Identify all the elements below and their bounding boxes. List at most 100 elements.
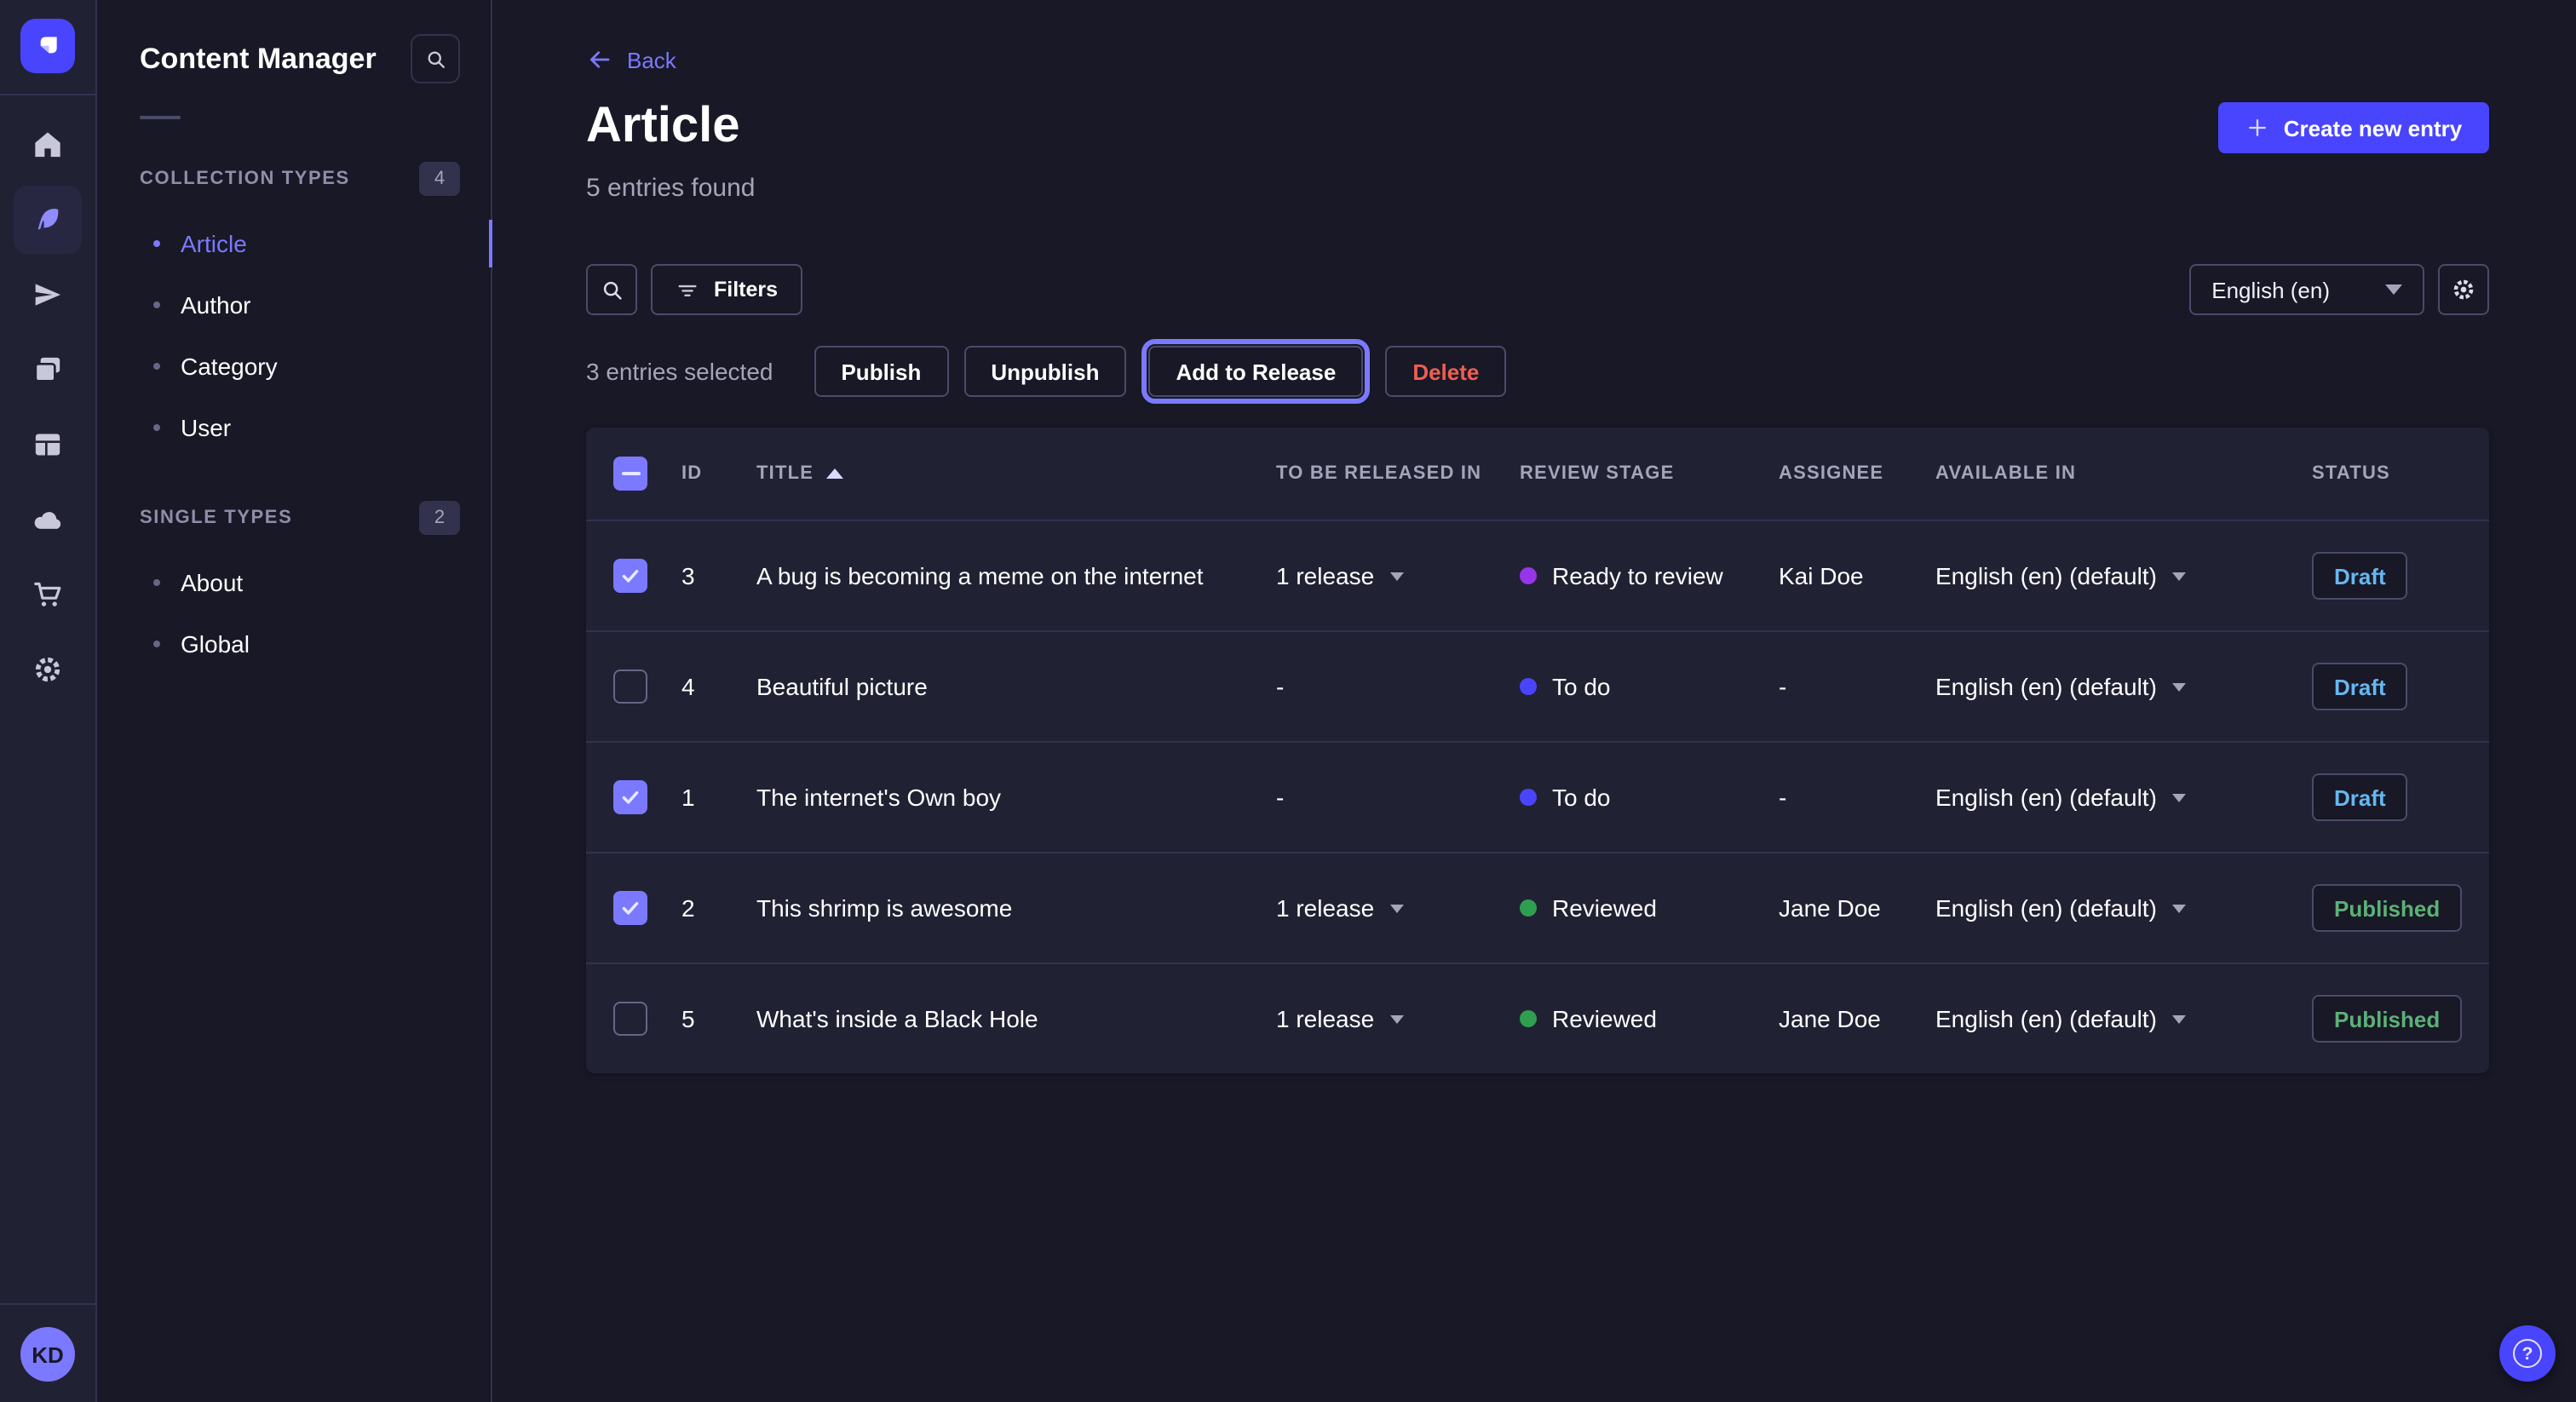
release-value: 1 release (1276, 1005, 1374, 1032)
locale-value: English (en) (default) (1935, 1005, 2157, 1032)
cart-icon[interactable] (14, 560, 82, 629)
cell-release-dropdown[interactable]: - (1276, 784, 1520, 811)
table-row[interactable]: 4 Beautiful picture - To do - English (e… (586, 630, 2489, 741)
column-header-review-stage: REVIEW STAGE (1520, 463, 1779, 484)
cell-locale-dropdown[interactable]: English (en) (default) (1935, 894, 2312, 922)
cell-id: 3 (681, 562, 756, 589)
page-title: Article (586, 101, 740, 152)
sidebar-item-global[interactable]: Global (97, 613, 491, 675)
strapi-logo[interactable] (20, 19, 75, 73)
locale-select[interactable]: English (en) (2189, 264, 2424, 315)
home-icon[interactable] (14, 111, 82, 179)
chevron-down-icon (2172, 682, 2186, 691)
search-icon (423, 47, 447, 71)
chevron-down-icon (1389, 1014, 1403, 1023)
main-content: Back Article Create new entry 5 entries … (492, 0, 2576, 1402)
bullet-icon (153, 240, 160, 247)
sidebar-item-user[interactable]: User (97, 397, 491, 458)
chevron-down-icon (2172, 793, 2186, 802)
status-badge: Draft (2312, 773, 2408, 821)
cell-id: 1 (681, 784, 756, 811)
section-label-collection-types: COLLECTION TYPES (140, 169, 350, 189)
stage-dot-icon (1520, 789, 1537, 806)
cell-assignee: - (1779, 784, 1935, 811)
cell-title: This shrimp is awesome (756, 894, 1276, 922)
status-badge: Draft (2312, 552, 2408, 600)
help-button[interactable]: ? (2499, 1325, 2556, 1382)
sidebar-item-about[interactable]: About (97, 552, 491, 613)
table-row[interactable]: 3 A bug is becoming a meme on the intern… (586, 520, 2489, 630)
back-link[interactable]: Back (586, 46, 676, 73)
add-to-release-button[interactable]: Add to Release (1148, 346, 1363, 397)
locale-value: English (en) (default) (1935, 562, 2157, 589)
chevron-down-icon (2172, 1014, 2186, 1023)
delete-button[interactable]: Delete (1385, 346, 1506, 397)
cell-review-stage: Reviewed (1520, 1005, 1779, 1032)
row-checkbox[interactable] (613, 669, 647, 704)
filters-button[interactable]: Filters (651, 264, 802, 315)
single-types-count-badge: 2 (419, 501, 460, 535)
stage-label: To do (1552, 673, 1611, 700)
back-label: Back (627, 47, 676, 72)
create-new-entry-button[interactable]: Create new entry (2219, 102, 2490, 153)
table-row[interactable]: 2 This shrimp is awesome 1 release Revie… (586, 852, 2489, 962)
cell-locale-dropdown[interactable]: English (en) (default) (1935, 1005, 2312, 1032)
sidebar-item-label: Global (181, 630, 250, 658)
cell-review-stage: To do (1520, 673, 1779, 700)
column-header-title[interactable]: TITLE (756, 463, 1276, 484)
sidebar-item-category[interactable]: Category (97, 336, 491, 397)
avatar[interactable]: KD (20, 1327, 75, 1382)
arrow-left-icon (586, 46, 613, 73)
question-mark-icon: ? (2513, 1339, 2542, 1368)
sidebar-divider (140, 116, 181, 119)
collection-types-list: Article Author Category User (97, 213, 491, 458)
search-button[interactable] (586, 264, 637, 315)
row-checkbox[interactable] (613, 559, 647, 593)
locale-value: English (en) (default) (1935, 894, 2157, 922)
plus-icon (2246, 116, 2270, 140)
cell-release-dropdown[interactable]: 1 release (1276, 562, 1520, 589)
sidebar-item-author[interactable]: Author (97, 274, 491, 336)
cell-locale-dropdown[interactable]: English (en) (default) (1935, 784, 2312, 811)
cell-assignee: - (1779, 673, 1935, 700)
cell-locale-dropdown[interactable]: English (en) (default) (1935, 562, 2312, 589)
release-value: - (1276, 784, 1284, 811)
layout-icon[interactable] (14, 411, 82, 479)
stage-dot-icon (1520, 567, 1537, 584)
cell-id: 5 (681, 1005, 756, 1032)
gear-icon[interactable] (14, 635, 82, 704)
selection-bar: 3 entries selected Publish Unpublish Add… (586, 346, 2489, 397)
cell-locale-dropdown[interactable]: English (en) (default) (1935, 673, 2312, 700)
row-checkbox[interactable] (613, 1002, 647, 1036)
paper-plane-icon[interactable] (14, 261, 82, 329)
app-screen: KD Content Manager COLLECTION TYPES 4 Ar… (0, 0, 2576, 1402)
cell-release-dropdown[interactable]: 1 release (1276, 894, 1520, 922)
row-checkbox[interactable] (613, 780, 647, 814)
sidebar-item-label: User (181, 414, 231, 441)
pictures-icon[interactable] (14, 336, 82, 404)
chevron-down-icon (2385, 284, 2402, 295)
cell-assignee: Jane Doe (1779, 1005, 1935, 1032)
row-checkbox[interactable] (613, 891, 647, 925)
sidebar-item-article[interactable]: Article (97, 213, 491, 274)
nav-rail: KD (0, 0, 97, 1402)
sidebar-item-label: Article (181, 230, 247, 257)
gear-icon (2450, 276, 2477, 303)
cloud-icon[interactable] (14, 486, 82, 554)
table-row[interactable]: 1 The internet's Own boy - To do - Engli… (586, 741, 2489, 852)
sidebar-item-label: About (181, 569, 243, 596)
cell-title: What's inside a Black Hole (756, 1005, 1276, 1032)
sidebar-search-button[interactable] (411, 34, 460, 83)
feather-icon[interactable] (14, 186, 82, 254)
release-value: 1 release (1276, 562, 1374, 589)
settings-button[interactable] (2438, 264, 2489, 315)
chevron-down-icon (1389, 572, 1403, 580)
column-header-id[interactable]: ID (681, 463, 756, 484)
cell-release-dropdown[interactable]: - (1276, 673, 1520, 700)
unpublish-button[interactable]: Unpublish (963, 346, 1126, 397)
publish-button[interactable]: Publish (814, 346, 948, 397)
select-all-checkbox[interactable] (613, 457, 647, 491)
cell-release-dropdown[interactable]: 1 release (1276, 1005, 1520, 1032)
column-header-title-label: TITLE (756, 463, 814, 484)
table-row[interactable]: 5 What's inside a Black Hole 1 release R… (586, 962, 2489, 1073)
